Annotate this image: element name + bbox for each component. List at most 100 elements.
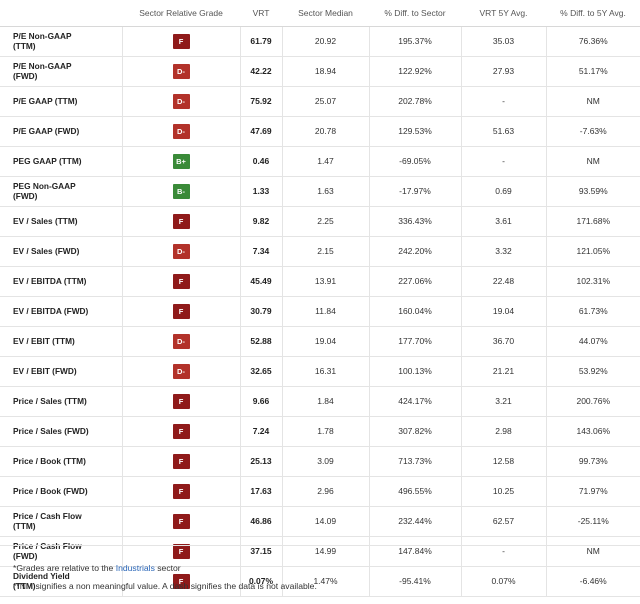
diff-to-sector-value: 424.17%	[369, 386, 462, 417]
diff-to-5y-avg-value: 102.31%	[546, 266, 640, 297]
metric-name[interactable]: EV / EBIT (FWD)	[0, 356, 123, 387]
diff-to-sector-value: 129.53%	[369, 116, 462, 147]
diff-to-sector-value: 227.06%	[369, 266, 462, 297]
header-metric	[0, 0, 122, 27]
grade-badge: B-	[172, 183, 190, 199]
vrt-5y-avg-value: 21.21	[461, 356, 547, 387]
table-body: P/E Non-GAAP (TTM) F 61.79 20.92 195.37% 35.03…	[0, 26, 640, 597]
diff-to-5y-avg-value: 61.73%	[546, 296, 640, 327]
table-row: EV / Sales (TTM) F 9.82 2.25 336.43% 3.61 171.…	[0, 206, 640, 237]
table-row: P/E Non-GAAP (TTM) F 61.79 20.92 195.37% 35.03…	[0, 26, 640, 57]
diff-to-5y-avg-value: 93.59%	[546, 176, 640, 207]
metric-name[interactable]: Price / Cash Flow (TTM)	[0, 506, 123, 537]
grade-badge: B+	[172, 153, 190, 169]
grade-badge: F	[172, 33, 190, 49]
sector-median-value: 20.92	[282, 26, 370, 57]
diff-to-5y-avg-value: 121.05%	[546, 236, 640, 267]
grade-cell: D-	[122, 236, 241, 267]
metric-name[interactable]: PEG GAAP (TTM)	[0, 146, 123, 177]
diff-to-sector-value: 232.44%	[369, 506, 462, 537]
table-header-row: Sector Relative Grade VRT Sector Median …	[0, 0, 640, 27]
metric-name[interactable]: P/E GAAP (TTM)	[0, 86, 123, 117]
vrt-value: 37.15	[240, 536, 283, 567]
vrt-value: 75.92	[240, 86, 283, 117]
table-row: EV / EBIT (TTM) D- 52.88 19.04 177.70% 36.70 4…	[0, 326, 640, 357]
footnote-divider	[0, 545, 640, 546]
grade-badge: F	[172, 213, 190, 229]
metric-name[interactable]: EV / Sales (TTM)	[0, 206, 123, 237]
sector-median-value: 25.07	[282, 86, 370, 117]
vrt-5y-avg-value: -	[461, 536, 547, 567]
vrt-value: 7.34	[240, 236, 283, 267]
metric-name[interactable]: Price / Sales (FWD)	[0, 416, 123, 447]
diff-to-sector-value: 122.92%	[369, 56, 462, 87]
table-row: EV / Sales (FWD) D- 7.34 2.15 242.20% 3.32 121…	[0, 236, 640, 267]
table-row: PEG GAAP (TTM) B+ 0.46 1.47 -69.05% - NM	[0, 146, 640, 177]
vrt-5y-avg-value: -	[461, 86, 547, 117]
grade-cell: F	[122, 26, 241, 57]
vrt-5y-avg-value: 12.58	[461, 446, 547, 477]
vrt-value: 61.79	[240, 26, 283, 57]
grade-badge: F	[172, 453, 190, 469]
metric-name[interactable]: EV / EBIT (TTM)	[0, 326, 123, 357]
grade-badge: F	[172, 513, 190, 529]
footnote-grades: *Grades are relative to the Industrials …	[13, 563, 181, 573]
metric-name[interactable]: Price / Book (FWD)	[0, 476, 123, 507]
diff-to-sector-value: 195.37%	[369, 26, 462, 57]
grade-cell: F	[122, 296, 241, 327]
diff-to-sector-value: -69.05%	[369, 146, 462, 177]
sector-median-value: 14.09	[282, 506, 370, 537]
metric-name[interactable]: Price / Book (TTM)	[0, 446, 123, 477]
footnote-nm: **NM signifies a non meaningful value. A…	[13, 581, 317, 591]
sector-median-value: 18.94	[282, 56, 370, 87]
vrt-5y-avg-value: 3.21	[461, 386, 547, 417]
vrt-value: 1.33	[240, 176, 283, 207]
diff-to-sector-value: 147.84%	[369, 536, 462, 567]
grade-cell: D-	[122, 326, 241, 357]
diff-to-5y-avg-value: 143.06%	[546, 416, 640, 447]
vrt-value: 42.22	[240, 56, 283, 87]
diff-to-5y-avg-value: -6.46%	[546, 566, 640, 597]
vrt-value: 30.79	[240, 296, 283, 327]
vrt-5y-avg-value: -	[461, 146, 547, 177]
sector-median-value: 2.96	[282, 476, 370, 507]
diff-to-5y-avg-value: NM	[546, 146, 640, 177]
metric-name[interactable]: P/E Non-GAAP (FWD)	[0, 56, 123, 87]
metric-name[interactable]: P/E Non-GAAP (TTM)	[0, 26, 123, 57]
grade-cell: D-	[122, 356, 241, 387]
vrt-value: 17.63	[240, 476, 283, 507]
diff-to-5y-avg-value: 53.92%	[546, 356, 640, 387]
metric-name[interactable]: EV / EBITDA (FWD)	[0, 296, 123, 327]
metric-name[interactable]: Price / Sales (TTM)	[0, 386, 123, 417]
diff-to-5y-avg-value: NM	[546, 536, 640, 567]
grade-badge: F	[172, 393, 190, 409]
metric-name[interactable]: EV / Sales (FWD)	[0, 236, 123, 267]
metric-name[interactable]: PEG Non-GAAP (FWD)	[0, 176, 123, 207]
vrt-5y-avg-value: 22.48	[461, 266, 547, 297]
vrt-value: 47.69	[240, 116, 283, 147]
grade-badge: D-	[172, 363, 190, 379]
sector-median-value: 14.99	[282, 536, 370, 567]
diff-to-sector-value: 160.04%	[369, 296, 462, 327]
grade-badge: D-	[172, 243, 190, 259]
grade-cell: D-	[122, 56, 241, 87]
metric-name[interactable]: EV / EBITDA (TTM)	[0, 266, 123, 297]
industrials-sector-link[interactable]: Industrials	[116, 563, 155, 573]
diff-to-5y-avg-value: 99.73%	[546, 446, 640, 477]
table-row: Price / Cash Flow (TTM) F 46.86 14.09 232.44%…	[0, 506, 640, 537]
grade-cell: D-	[122, 116, 241, 147]
metric-name[interactable]: P/E GAAP (FWD)	[0, 116, 123, 147]
diff-to-5y-avg-value: NM	[546, 86, 640, 117]
metric-name[interactable]: Price / Cash Flow (FWD)	[0, 536, 123, 567]
sector-median-value: 2.15	[282, 236, 370, 267]
sector-median-value: 1.78	[282, 416, 370, 447]
sector-median-value: 1.47	[282, 146, 370, 177]
diff-to-5y-avg-value: 51.17%	[546, 56, 640, 87]
table-row: P/E GAAP (TTM) D- 75.92 25.07 202.78% - NM	[0, 86, 640, 117]
vrt-value: 46.86	[240, 506, 283, 537]
table-row: Price / Book (FWD) F 17.63 2.96 496.55% 10.25…	[0, 476, 640, 507]
header-vrt: VRT	[240, 0, 282, 27]
grade-badge: F	[172, 423, 190, 439]
diff-to-5y-avg-value: 44.07%	[546, 326, 640, 357]
vrt-value: 52.88	[240, 326, 283, 357]
